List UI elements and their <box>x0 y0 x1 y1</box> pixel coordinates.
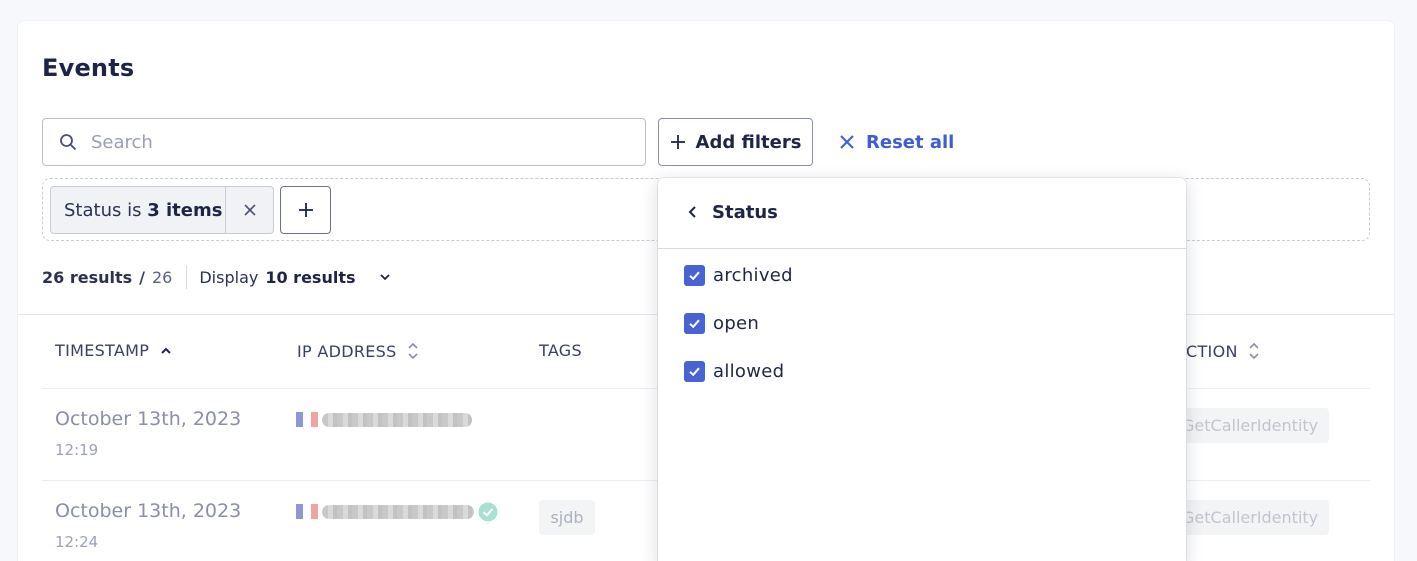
option-label: allowed <box>713 360 785 382</box>
column-header-timestamp[interactable]: TIMESTAMP <box>55 341 173 360</box>
column-header-label: TIMESTAMP <box>55 341 150 360</box>
action-badge: GetCallerIdentity <box>1162 408 1329 443</box>
row-time: 12:19 <box>55 441 99 459</box>
checkbox-checked-icon[interactable] <box>684 264 705 286</box>
row-date: October 13th, 2023 <box>55 500 242 522</box>
chevron-left-icon[interactable] <box>686 205 700 219</box>
status-filter-dropdown: Status archived open allowed <box>658 178 1186 561</box>
column-header-tags: TAGS <box>539 341 582 360</box>
status-option-allowed[interactable]: allowed <box>684 360 784 382</box>
action-badge: GetCallerIdentity <box>1162 500 1329 535</box>
column-header-action[interactable]: CTION <box>1186 341 1260 361</box>
page-size-select[interactable]: 10 results <box>265 268 355 287</box>
add-filter-chip-button[interactable] <box>280 186 331 234</box>
checkbox-checked-icon[interactable] <box>684 312 705 334</box>
sort-ascending-icon <box>161 347 171 354</box>
option-label: archived <box>713 264 793 286</box>
add-filters-label: Add filters <box>695 131 802 153</box>
results-count: 26 results <box>42 267 133 287</box>
search-box[interactable] <box>42 118 646 166</box>
row-time: 12:24 <box>55 533 99 551</box>
column-header-ip-address[interactable]: IP ADDRESS <box>297 341 419 361</box>
plus-icon <box>670 135 685 149</box>
add-filters-button[interactable]: Add filters <box>658 118 813 166</box>
divider <box>186 265 188 289</box>
plus-icon <box>298 203 313 217</box>
tag-badge: sjdb <box>539 500 595 535</box>
row-date: October 13th, 2023 <box>55 408 242 430</box>
close-icon <box>244 204 256 216</box>
flag-france-icon <box>296 412 318 427</box>
close-icon <box>840 135 854 149</box>
column-header-label: IP ADDRESS <box>297 341 397 361</box>
sort-icon <box>408 342 418 360</box>
results-total: 26 <box>152 267 173 287</box>
results-summary: 26 results / 26 Display 10 results <box>42 265 392 289</box>
dropdown-header[interactable]: Status <box>658 178 1186 249</box>
redacted-ip-address <box>322 505 474 519</box>
status-filter-chip[interactable]: Status is 3 items <box>50 186 274 234</box>
status-option-archived[interactable]: archived <box>684 264 793 286</box>
sort-icon <box>1249 342 1259 360</box>
status-option-open[interactable]: open <box>684 312 759 334</box>
checkbox-checked-icon[interactable] <box>684 360 705 382</box>
column-header-label: CTION <box>1186 341 1238 361</box>
reset-all-button[interactable]: Reset all <box>838 118 954 166</box>
flag-france-icon <box>296 504 318 519</box>
column-header-label: TAGS <box>539 341 582 360</box>
display-label: Display <box>199 267 259 287</box>
results-separator: / <box>139 267 145 287</box>
redacted-ip-address <box>322 413 472 427</box>
option-label: open <box>713 312 760 334</box>
reset-all-label: Reset all <box>866 131 955 153</box>
chevron-down-icon[interactable] <box>378 270 392 284</box>
search-icon <box>60 134 76 150</box>
status-filter-chip-label: Status is 3 items <box>64 199 223 221</box>
dropdown-title: Status <box>712 202 778 223</box>
page-title: Events <box>42 54 135 82</box>
search-input[interactable] <box>91 119 631 165</box>
remove-filter-button[interactable] <box>225 187 273 233</box>
verified-icon <box>478 502 498 522</box>
